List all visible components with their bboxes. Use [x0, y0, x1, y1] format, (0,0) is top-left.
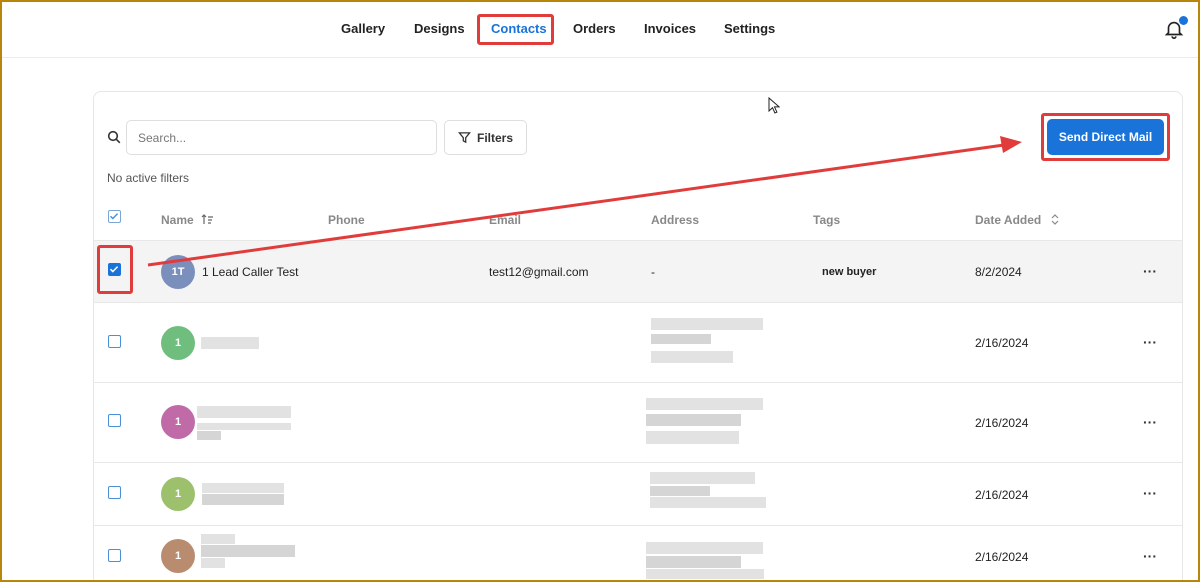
column-tags[interactable]: Tags: [813, 213, 840, 227]
contact-email: test12@gmail.com: [489, 265, 589, 279]
redacted-address: [646, 556, 741, 568]
redacted-name: [197, 431, 221, 440]
redacted-address: [651, 334, 711, 344]
check-icon: [110, 213, 119, 220]
column-email[interactable]: Email: [489, 213, 521, 227]
nav-designs[interactable]: Designs: [414, 21, 465, 36]
redacted-name: [201, 558, 225, 568]
avatar: 1T: [161, 255, 195, 289]
redacted-address: [646, 414, 741, 426]
more-options-icon[interactable]: ···: [1143, 485, 1157, 501]
contact-name[interactable]: 1 Lead Caller Test: [202, 265, 299, 279]
more-options-icon[interactable]: ···: [1143, 548, 1157, 564]
avatar: 1: [161, 477, 195, 511]
redacted-name: [201, 337, 259, 349]
redacted-address: [650, 497, 766, 508]
sort-ascending-icon[interactable]: [201, 214, 214, 225]
redacted-name: [201, 534, 235, 544]
nav-orders[interactable]: Orders: [573, 21, 616, 36]
column-date-added[interactable]: Date Added: [975, 213, 1059, 227]
redacted-address: [650, 472, 755, 484]
redacted-address: [646, 398, 763, 410]
select-all-checkbox[interactable]: [108, 210, 121, 223]
more-options-icon[interactable]: ···: [1143, 414, 1157, 430]
mouse-cursor-icon: [768, 97, 780, 114]
redacted-name: [202, 483, 284, 493]
notification-badge: [1179, 16, 1188, 25]
redacted-name: [197, 423, 291, 430]
avatar: 1: [161, 539, 195, 573]
no-active-filters-text: No active filters: [107, 171, 190, 185]
filter-icon: [458, 132, 471, 144]
more-options-icon[interactable]: ···: [1143, 263, 1157, 279]
date-added: 2/16/2024: [975, 416, 1029, 430]
column-address[interactable]: Address: [651, 213, 699, 227]
column-phone[interactable]: Phone: [328, 213, 365, 227]
sort-toggle-icon[interactable]: [1051, 214, 1059, 225]
redacted-address: [650, 486, 710, 496]
avatar: 1: [161, 326, 195, 360]
column-name[interactable]: Name: [161, 213, 214, 227]
tag-badge: new buyer: [822, 266, 877, 278]
redacted-address: [646, 431, 739, 444]
top-nav: Gallery Designs Contacts Orders Invoices…: [0, 0, 1200, 58]
redacted-name: [197, 406, 291, 418]
redacted-address: [651, 318, 763, 330]
contact-address: -: [651, 265, 655, 279]
redacted-address: [646, 542, 763, 554]
date-added: 2/16/2024: [975, 550, 1029, 564]
search-input[interactable]: [126, 120, 437, 155]
filters-label: Filters: [476, 130, 513, 145]
contacts-annotation-box: [477, 14, 554, 45]
redacted-address: [651, 351, 733, 363]
nav-gallery[interactable]: Gallery: [341, 21, 385, 36]
row-checkbox[interactable]: [108, 486, 121, 499]
row-checkbox[interactable]: [108, 549, 121, 562]
date-added: 2/16/2024: [975, 336, 1029, 350]
search-icon: [107, 130, 121, 144]
more-options-icon[interactable]: ···: [1143, 334, 1157, 350]
redacted-name: [201, 545, 295, 557]
send-direct-mail-button[interactable]: Send Direct Mail: [1047, 119, 1164, 155]
nav-settings[interactable]: Settings: [724, 21, 775, 36]
redacted-name: [202, 494, 284, 505]
nav-invoices[interactable]: Invoices: [644, 21, 696, 36]
row-checkbox-annotation-box: [97, 245, 133, 294]
filters-button[interactable]: Filters: [444, 120, 527, 155]
row-checkbox[interactable]: [108, 335, 121, 348]
date-added: 8/2/2024: [975, 265, 1022, 279]
redacted-address: [646, 569, 764, 579]
row-checkbox[interactable]: [108, 414, 121, 427]
avatar: 1: [161, 405, 195, 439]
date-added: 2/16/2024: [975, 488, 1029, 502]
